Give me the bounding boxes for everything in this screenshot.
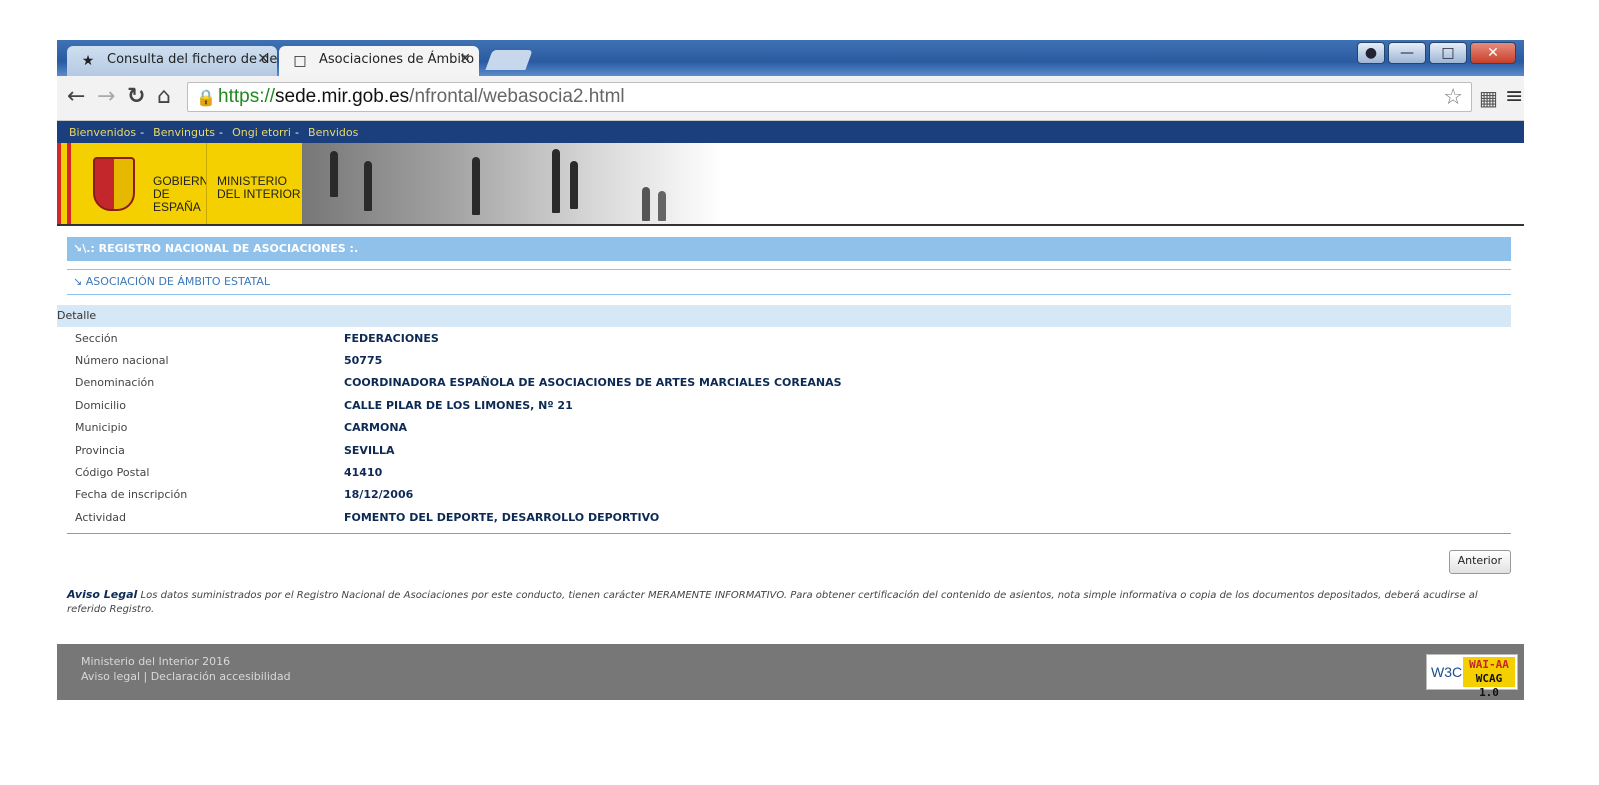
gobierno-logo[interactable]: GOBIERNO DE ESPAÑA	[71, 143, 218, 224]
lang-link-gl[interactable]: Benvidos	[308, 126, 358, 139]
detail-label: Sección	[75, 331, 118, 345]
footer-text: Ministerio del Interior 2016 Aviso legal…	[81, 654, 291, 684]
detail-value: CALLE PILAR DE LOS LIMONES, Nº 21	[344, 398, 573, 412]
web-page: Bienvenidos - Benvinguts - Ongi etorri - Be…	[57, 121, 1524, 700]
ministerio-text: MINISTERIO DEL INTERIOR	[217, 174, 301, 201]
detail-label: Municipio	[75, 421, 128, 435]
silhouette	[552, 149, 560, 213]
legal-notice: Aviso Legal Los datos suministrados por …	[67, 588, 1511, 617]
section-heading-text: \.: REGISTRO NACIONAL DE ASOCIACIONES :.	[82, 242, 359, 255]
detail-value: FOMENTO DEL DEPORTE, DESARROLLO DEPORTIV…	[344, 510, 660, 524]
detail-row: Número nacional 50775	[67, 349, 1511, 371]
favicon-icon: ★	[81, 53, 95, 69]
home-icon[interactable]: ⌂	[157, 84, 171, 110]
legal-notice-text: Los datos suministrados por el Registro …	[67, 589, 1478, 615]
detail-row: Código Postal 41410	[67, 461, 1511, 483]
detail-label: Actividad	[75, 510, 127, 524]
chevron-down-icon: ↘	[73, 242, 83, 255]
forward-arrow-icon[interactable]: →	[97, 84, 115, 110]
detail-row: Domicilio CALLE PILAR DE LOS LIMONES, Nº …	[67, 394, 1511, 416]
detail-row: Municipio CARMONA	[67, 417, 1511, 439]
flag-stripe-yellow	[61, 143, 67, 224]
detail-label: Fecha de inscripción	[75, 488, 188, 502]
detail-row: Sección FEDERACIONES	[67, 327, 1511, 349]
tab-bar: ★ Consulta del fichero de de ✕ □ Asociac…	[57, 40, 1524, 76]
subsection-heading-text: ASOCIACIÓN DE ÁMBITO ESTATAL	[85, 275, 271, 288]
silhouette	[658, 191, 666, 221]
tab-consulta[interactable]: ★ Consulta del fichero de de ✕	[67, 46, 277, 76]
user-icon[interactable]: ●	[1357, 42, 1385, 64]
detail-value: 18/12/2006	[344, 488, 414, 502]
close-icon[interactable]: ✕	[459, 51, 471, 67]
page-icon: □	[293, 53, 307, 69]
silhouette	[330, 151, 338, 197]
lang-link-ca[interactable]: Benvinguts	[153, 126, 215, 139]
detail-title: Detalle	[57, 305, 1511, 327]
close-icon[interactable]: ✕	[257, 51, 269, 67]
site-footer: Ministerio del Interior 2016 Aviso legal…	[57, 644, 1524, 700]
detail-value: 41410	[344, 466, 383, 480]
bookmark-star-icon[interactable]: ☆	[1443, 85, 1463, 110]
detail-label: Provincia	[75, 443, 125, 457]
silhouette	[472, 157, 480, 215]
detail-value: 50775	[344, 354, 383, 368]
subsection-heading: ↘ ASOCIACIÓN DE ÁMBITO ESTATAL	[67, 269, 1511, 295]
badge-top-text: WAI-AA	[1469, 658, 1509, 671]
window-close-button[interactable]: ✕	[1470, 42, 1516, 64]
back-arrow-icon[interactable]: ←	[67, 84, 85, 110]
detail-table: Sección FEDERACIONES Número nacional 50775 D…	[67, 327, 1511, 529]
detail-value: FEDERACIONES	[344, 331, 439, 345]
detail-value: CARMONA	[344, 421, 408, 435]
address-bar[interactable]: 🔒 https://sede.mir.gob.es/nfrontal/webas…	[187, 82, 1472, 112]
silhouette	[570, 161, 578, 209]
footer-copyright: Ministerio del Interior 2016	[81, 655, 231, 668]
site-banner: GOBIERNO DE ESPAÑA MINISTERIO DEL INTERIOR	[57, 143, 1524, 226]
w3c-logo: W3C	[1431, 664, 1463, 680]
tab-asociaciones[interactable]: □ Asociaciones de Ámbito E ✕	[279, 46, 479, 76]
tab-title: Asociaciones de Ámbito E	[319, 52, 479, 67]
detail-label: Domicilio	[75, 398, 126, 412]
browser-toolbar: ← → ↻ ⌂ 🔒 https://sede.mir.gob.es/nfront…	[57, 76, 1524, 121]
anterior-button[interactable]: Anterior	[1448, 549, 1511, 574]
detail-value: COORDINADORA ESPAÑOLA DE ASOCIACIONES DE…	[344, 376, 842, 390]
extension-icon[interactable]: ▦	[1479, 86, 1498, 110]
banner-photo	[302, 143, 722, 224]
ministerio-logo[interactable]: MINISTERIO DEL INTERIOR	[206, 143, 303, 224]
silhouette	[364, 161, 372, 211]
detail-label: Número nacional	[75, 354, 169, 368]
detail-row: Denominación COORDINADORA ESPAÑOLA DE ASO…	[67, 372, 1511, 394]
chevron-down-icon: ↘	[73, 275, 83, 288]
menu-icon[interactable]: ≡	[1505, 84, 1523, 109]
maximize-button[interactable]: □	[1429, 42, 1467, 64]
badge-bottom-text: WCAG 1.0	[1475, 672, 1503, 699]
lock-icon: 🔒	[196, 88, 216, 107]
section-heading: ↘\.: REGISTRO NACIONAL DE ASOCIACIONES :…	[67, 237, 1511, 261]
browser-window: ★ Consulta del fichero de de ✕ □ Asociac…	[57, 40, 1524, 700]
coat-of-arms-icon	[93, 157, 135, 211]
new-tab-button[interactable]	[485, 50, 533, 70]
lang-link-es[interactable]: Bienvenidos	[69, 126, 136, 139]
detail-label: Denominación	[75, 376, 155, 390]
lang-link-eu[interactable]: Ongi etorri	[232, 126, 291, 139]
reload-icon[interactable]: ↻	[127, 84, 145, 110]
detail-label: Código Postal	[75, 466, 150, 480]
wai-aa-badge: WAI-AA WCAG 1.0	[1463, 657, 1515, 699]
window-controls: ● — □ ✕	[1357, 42, 1516, 64]
detail-row: Provincia SEVILLA	[67, 439, 1511, 461]
detail-row: Actividad FOMENTO DEL DEPORTE, DESARROLLO…	[67, 506, 1511, 528]
url-text: https://sede.mir.gob.es/nfrontal/webasoc…	[218, 86, 625, 107]
main-content: ↘\.: REGISTRO NACIONAL DE ASOCIACIONES :…	[57, 237, 1511, 617]
language-bar: Bienvenidos - Benvinguts - Ongi etorri - Be…	[57, 121, 1524, 143]
detail-value: SEVILLA	[344, 443, 395, 457]
button-row: Anterior	[67, 534, 1511, 574]
wcag-badge[interactable]: W3C WAI-AA WCAG 1.0	[1426, 654, 1518, 699]
legal-notice-title: Aviso Legal	[67, 587, 138, 601]
tab-title: Consulta del fichero de de	[107, 52, 277, 67]
minimize-button[interactable]: —	[1388, 42, 1426, 64]
silhouette	[642, 187, 650, 221]
detail-row: Fecha de inscripción 18/12/2006	[67, 484, 1511, 506]
footer-links[interactable]: Aviso legal | Declaración accesibilidad	[81, 669, 291, 684]
